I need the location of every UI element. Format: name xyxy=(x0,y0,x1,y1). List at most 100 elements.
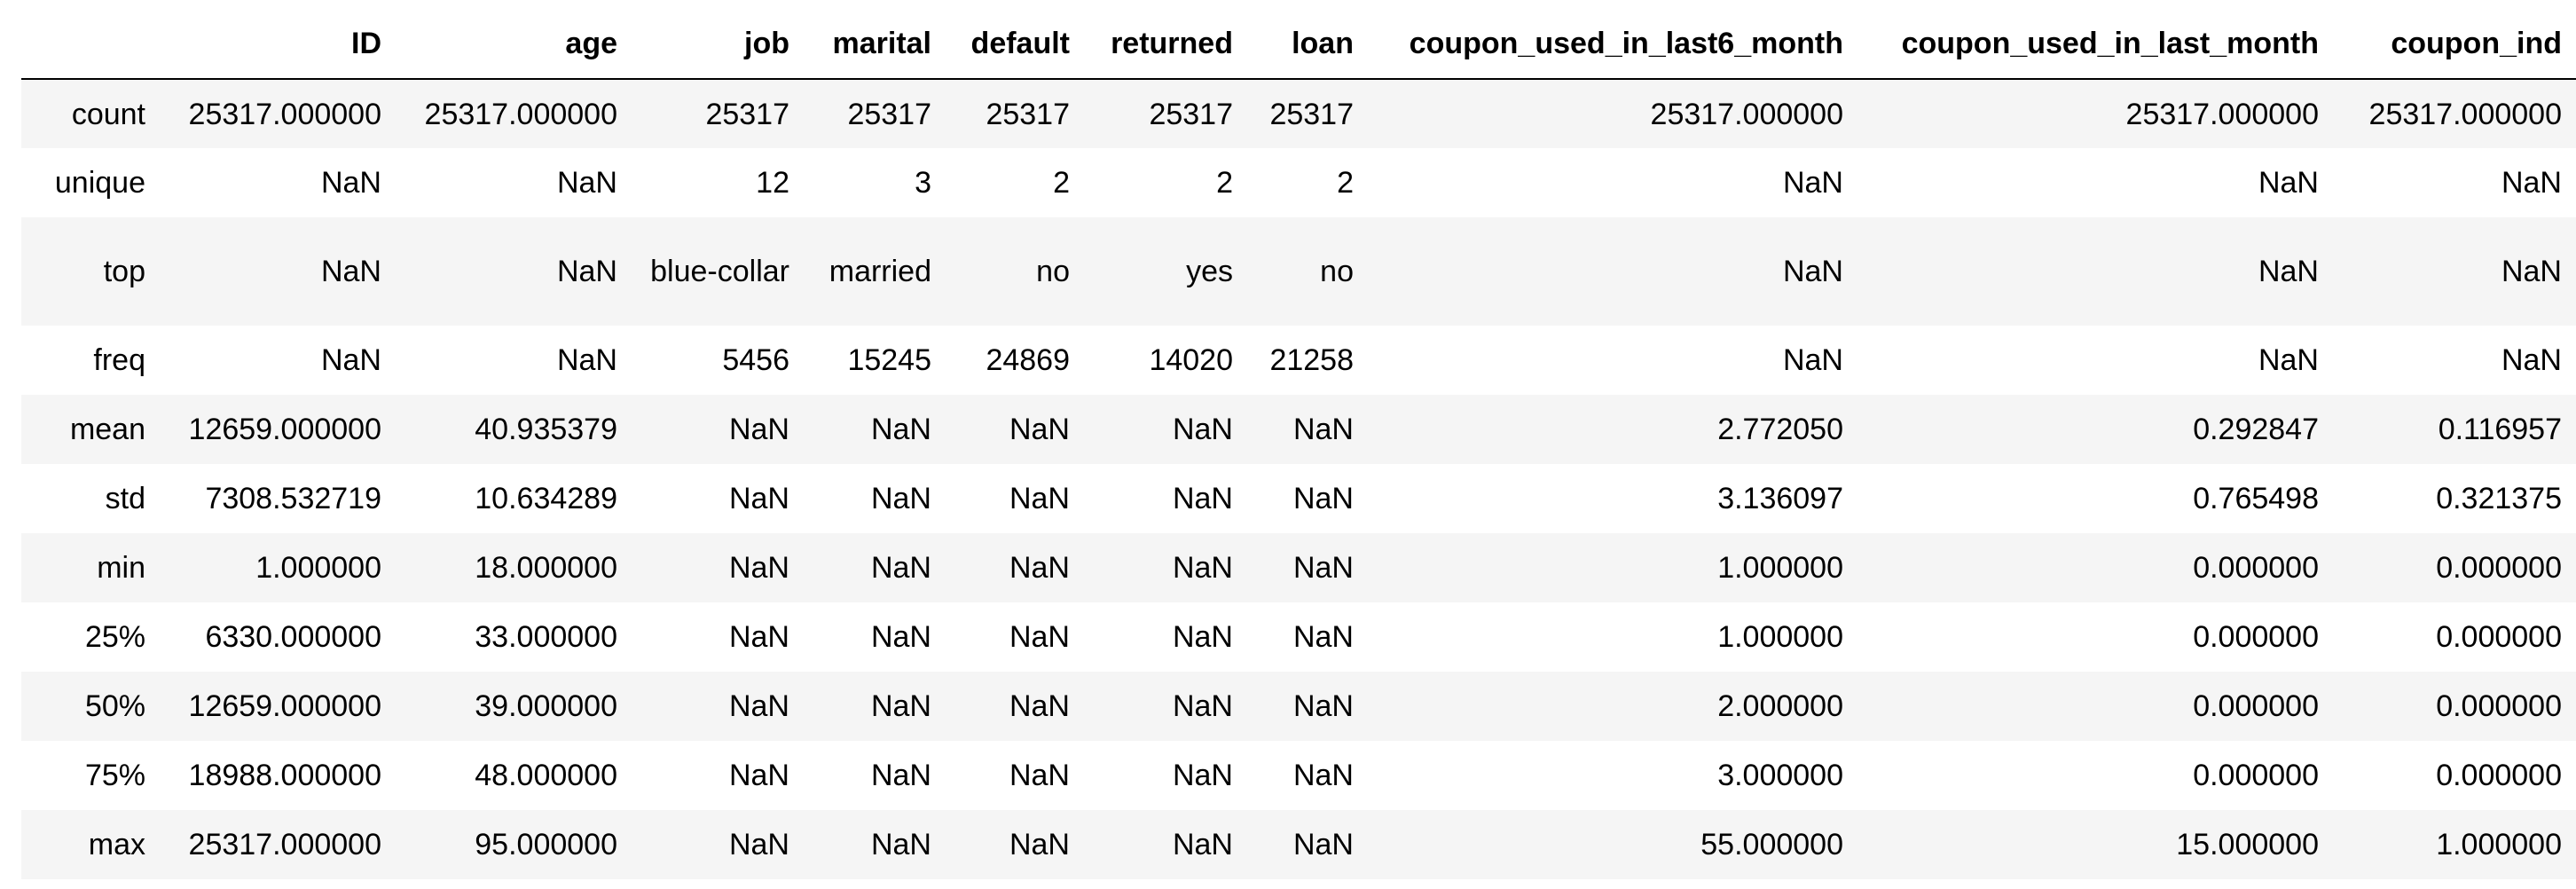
table-cell: 12 xyxy=(756,166,789,200)
table-row-25pct: 25% 6330.000000 33.000000 NaN NaN NaN Na… xyxy=(21,602,2576,672)
table-row-top: top NaN NaN blue-collar married no yes n… xyxy=(21,217,2576,326)
table-cell: NaN xyxy=(1172,551,1233,585)
table-row-std: std 7308.532719 10.634289 NaN NaN NaN Na… xyxy=(21,464,2576,533)
table-cell: 6330.000000 xyxy=(205,620,381,654)
table-row-75pct: 75% 18988.000000 48.000000 NaN NaN NaN N… xyxy=(21,741,2576,810)
table-cell: 0.000000 xyxy=(2436,551,2562,585)
table-cell: 0.000000 xyxy=(2193,759,2319,792)
table-cell: 15.000000 xyxy=(2176,828,2319,861)
table-cell: 2 xyxy=(1053,166,1070,200)
table-cell: NaN xyxy=(1292,551,1354,585)
table-cell: NaN xyxy=(320,255,381,288)
table-cell: NaN xyxy=(870,482,931,515)
table-cell: 25317 xyxy=(986,97,1070,131)
column-header-loan: loan xyxy=(1247,9,1368,80)
table-cell: 33.000000 xyxy=(475,620,617,654)
table-cell: 25317.000000 xyxy=(1650,97,1843,131)
row-label: top xyxy=(103,255,145,288)
table-cell: 3.000000 xyxy=(1717,759,1843,792)
table-cell: NaN xyxy=(1009,759,1070,792)
table-cell: blue-collar xyxy=(650,255,789,288)
table-cell: 2.000000 xyxy=(1717,689,1843,723)
column-header-default: default xyxy=(946,9,1084,80)
table-cell: NaN xyxy=(1782,255,1843,288)
table-cell: NaN xyxy=(2258,343,2319,377)
table-cell: NaN xyxy=(1172,828,1233,861)
table-cell: 0.765498 xyxy=(2193,482,2319,515)
table-cell: NaN xyxy=(556,343,617,377)
table-cell: yes xyxy=(1186,255,1233,288)
column-header-coupon-used-in-last-month: coupon_used_in_last_month xyxy=(1857,9,2333,80)
table-cell: 0.000000 xyxy=(2193,620,2319,654)
table-cell: 95.000000 xyxy=(475,828,617,861)
dataframe-output: ID age job marital default returned loan… xyxy=(21,9,2576,879)
table-row-count: count 25317.000000 25317.000000 25317 25… xyxy=(21,79,2576,148)
row-label: max xyxy=(88,828,145,861)
row-label: 50% xyxy=(84,689,145,723)
table-cell: NaN xyxy=(1292,413,1354,446)
table-cell: NaN xyxy=(2501,166,2562,200)
table-cell: NaN xyxy=(870,828,931,861)
table-cell: 14020 xyxy=(1149,343,1233,377)
row-label: 25% xyxy=(84,620,145,654)
table-cell: married xyxy=(829,255,931,288)
row-label: min xyxy=(97,551,145,585)
table-cell: NaN xyxy=(2258,255,2319,288)
table-row-unique: unique NaN NaN 12 3 2 2 2 NaN NaN NaN xyxy=(21,148,2576,217)
column-header-returned: returned xyxy=(1084,9,1247,80)
table-cell: 0.000000 xyxy=(2436,689,2562,723)
table-cell: 25317.000000 xyxy=(188,828,381,861)
row-label: unique xyxy=(54,166,145,200)
table-cell: 0.000000 xyxy=(2193,551,2319,585)
table-cell: NaN xyxy=(320,166,381,200)
table-cell: NaN xyxy=(556,255,617,288)
table-cell: 12659.000000 xyxy=(188,689,381,723)
table-cell: 25317 xyxy=(1149,97,1233,131)
row-label: mean xyxy=(69,413,145,446)
table-cell: NaN xyxy=(1009,413,1070,446)
table-cell: NaN xyxy=(1292,759,1354,792)
table-cell: NaN xyxy=(1172,620,1233,654)
table-cell: 3 xyxy=(915,166,931,200)
table-cell: NaN xyxy=(1172,759,1233,792)
table-cell: 0.321375 xyxy=(2436,482,2562,515)
column-header-age: age xyxy=(396,9,632,80)
table-cell: NaN xyxy=(2501,343,2562,377)
table-cell: NaN xyxy=(1009,689,1070,723)
table-cell: NaN xyxy=(870,413,931,446)
table-cell: NaN xyxy=(1782,166,1843,200)
table-row-max: max 25317.000000 95.000000 NaN NaN NaN N… xyxy=(21,810,2576,879)
table-cell: NaN xyxy=(728,482,789,515)
row-label: 75% xyxy=(84,759,145,792)
column-header-coupon-used-in-last6-month: coupon_used_in_last6_month xyxy=(1368,9,1857,80)
table-cell: 15245 xyxy=(847,343,931,377)
table-cell: NaN xyxy=(728,759,789,792)
table-cell: NaN xyxy=(320,343,381,377)
table-cell: NaN xyxy=(1292,828,1354,861)
header-row: ID age job marital default returned loan… xyxy=(21,9,2576,80)
table-cell: NaN xyxy=(1172,482,1233,515)
table-cell: 25317 xyxy=(1269,97,1354,131)
table-cell: 39.000000 xyxy=(475,689,617,723)
column-header-id: ID xyxy=(160,9,396,80)
table-cell: 25317 xyxy=(705,97,789,131)
table-cell: 2.772050 xyxy=(1717,413,1843,446)
table-cell: 0.292847 xyxy=(2193,413,2319,446)
table-cell: 12659.000000 xyxy=(188,413,381,446)
table-cell: NaN xyxy=(1292,620,1354,654)
table-cell: NaN xyxy=(728,828,789,861)
table-cell: 1.000000 xyxy=(2436,828,2562,861)
table-cell: 40.935379 xyxy=(475,413,617,446)
table-cell: NaN xyxy=(870,759,931,792)
table-cell: 5456 xyxy=(722,343,789,377)
table-cell: 25317.000000 xyxy=(2368,97,2562,131)
table-cell: 21258 xyxy=(1269,343,1354,377)
table-cell: NaN xyxy=(1782,343,1843,377)
table-cell: NaN xyxy=(1172,413,1233,446)
row-label: std xyxy=(105,482,145,515)
table-cell: 0.000000 xyxy=(2193,689,2319,723)
table-cell: 7308.532719 xyxy=(205,482,381,515)
table-cell: NaN xyxy=(1009,620,1070,654)
table-cell: 2 xyxy=(1337,166,1354,200)
table-cell: 18.000000 xyxy=(475,551,617,585)
